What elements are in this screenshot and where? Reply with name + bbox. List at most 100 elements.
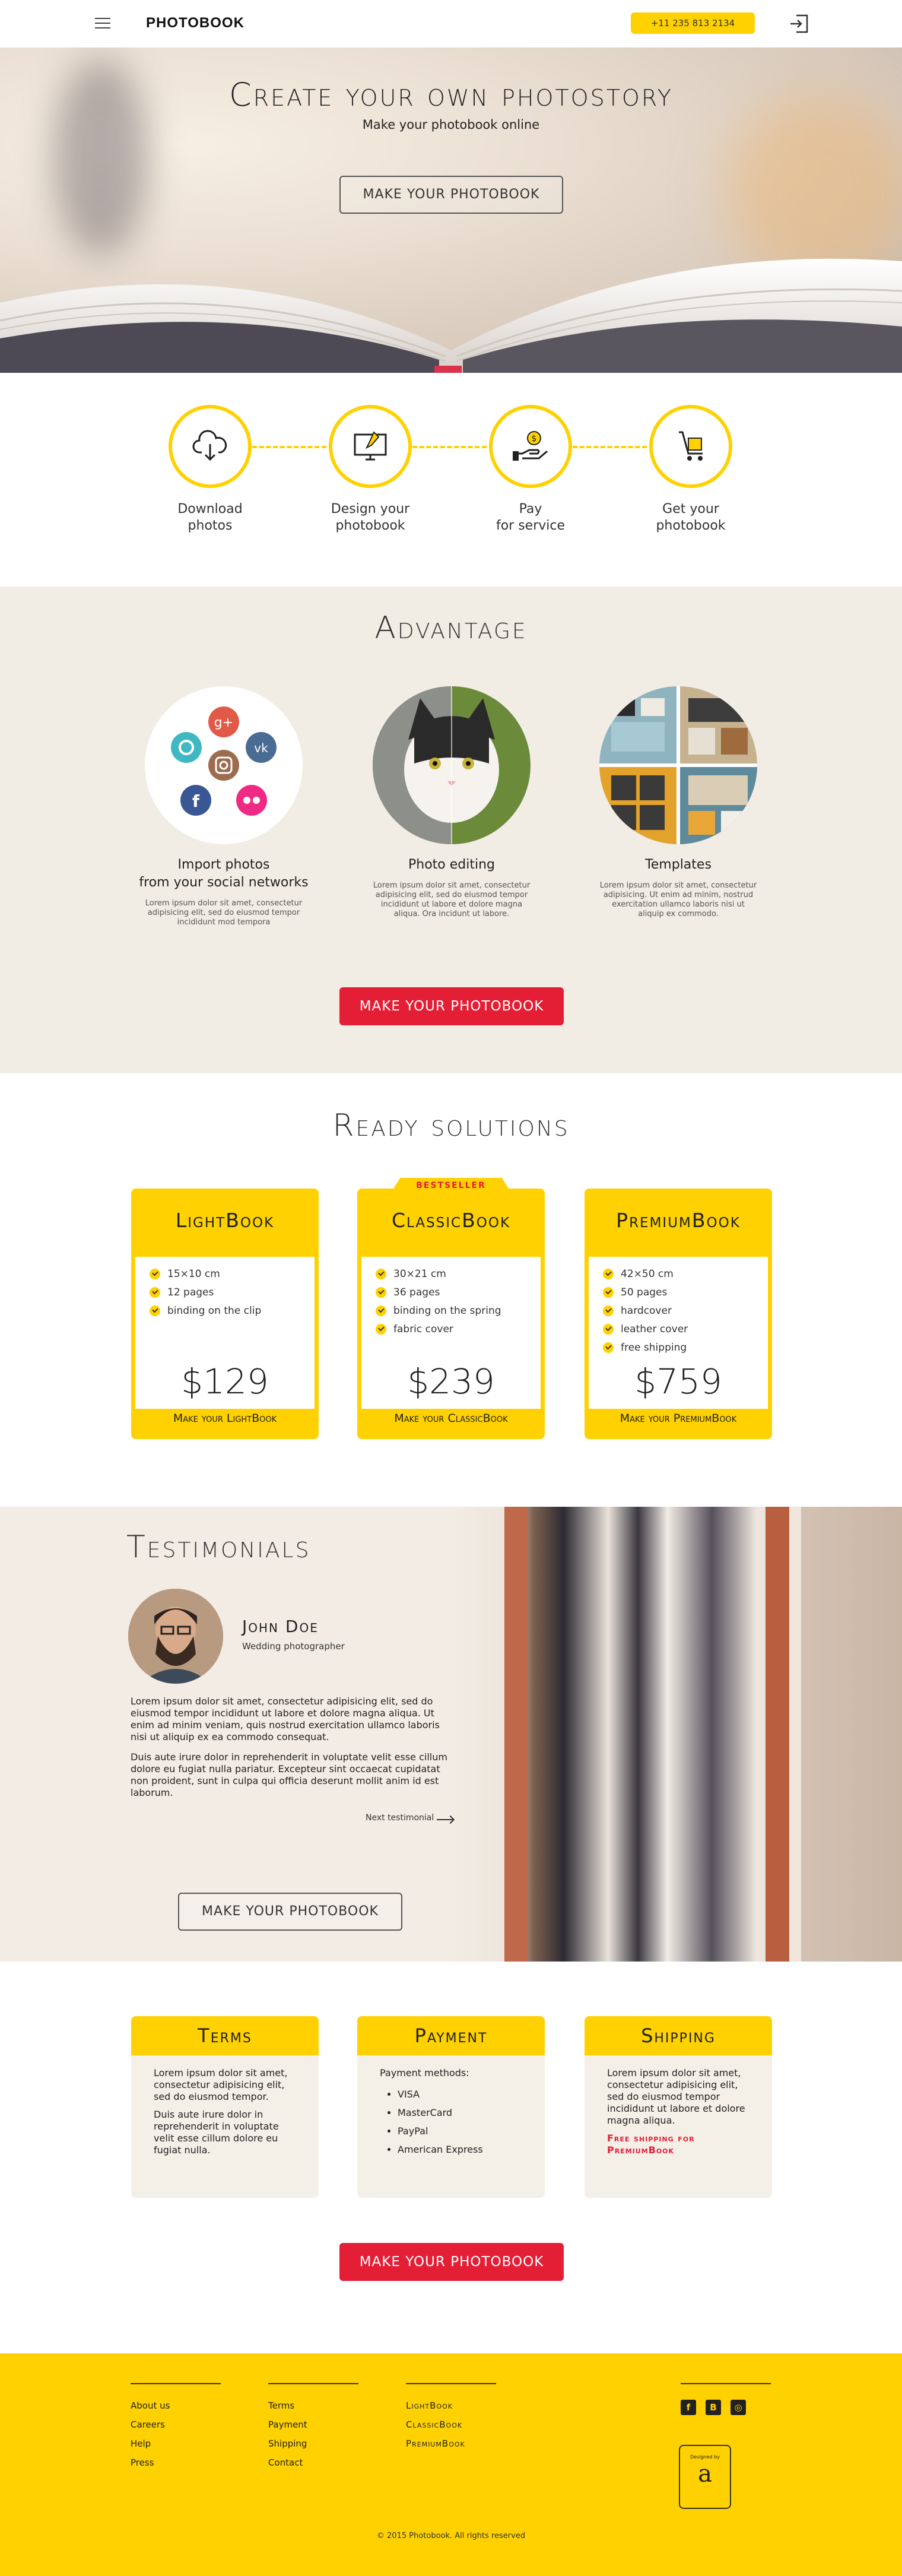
social-networks-image: g+ vk f xyxy=(145,686,303,844)
terms-card: Terms Lorem ipsum dolor sit amet, consec… xyxy=(131,2016,319,2198)
advantage-import: g+ vk f Import photos from your social ne… xyxy=(138,686,310,927)
hero-title: Create your own photostory xyxy=(229,76,673,113)
free-shipping-note: Free shipping for PremiumBook xyxy=(607,2133,695,2156)
book-spine-image xyxy=(504,1507,801,1962)
footer-col-company: About us Careers Help Press xyxy=(131,2383,221,2472)
testimonials-section: Testimonials John Doe Wedding photograph… xyxy=(0,1507,902,1962)
social-links: f B ◎ xyxy=(681,2383,771,2415)
feature-item: 30×21 cm xyxy=(376,1265,541,1284)
feature-item: 15×10 cm xyxy=(150,1265,315,1284)
cloud-download-icon xyxy=(192,430,227,461)
step-pay: $ Pay for service xyxy=(477,405,584,534)
feature-item: binding on the spring xyxy=(376,1302,541,1320)
plan-cta-link[interactable]: Make your PremiumBook xyxy=(585,1412,772,1425)
feature-item: leather cover xyxy=(603,1320,768,1339)
footer-link[interactable]: Careers xyxy=(131,2415,221,2434)
plan-name: ClassicBook xyxy=(391,1209,511,1232)
footer-link[interactable]: LightBook xyxy=(406,2396,496,2415)
plan-cta-link[interactable]: Make your LightBook xyxy=(131,1412,319,1425)
steps-section: Download photos Design your photobook $ Pa… xyxy=(0,373,902,587)
advantage-title: Advantage xyxy=(374,610,528,646)
feature-item: 50 pages xyxy=(603,1284,768,1302)
list-item: PayPal xyxy=(398,2122,522,2140)
feature-item: 12 pages xyxy=(150,1284,315,1302)
plan-card-classicbook[interactable]: BESTSELLER ClassicBook 30×21 cm 36 pages… xyxy=(357,1178,545,1439)
testimonial-paragraph: Duis aute irure dolor in reprehenderit i… xyxy=(131,1751,447,1798)
testimonials-title: Testimonials xyxy=(126,1529,311,1565)
plan-cta-link[interactable]: Make your ClassicBook xyxy=(357,1412,545,1425)
footer-link[interactable]: Payment xyxy=(268,2415,358,2434)
site-logo[interactable]: PHOTOBOOK xyxy=(146,15,244,31)
next-testimonial-link[interactable]: Next testimonial xyxy=(366,1813,434,1823)
svg-text:$: $ xyxy=(532,434,537,443)
payment-methods-list: VISA MasterCard PayPal American Express xyxy=(380,2085,522,2159)
hero-make-photobook-button[interactable]: MAKE YOUR PHOTOBOOK xyxy=(339,176,563,214)
monitor-design-icon xyxy=(354,431,387,461)
plan-card-lightbook[interactable]: LightBook 15×10 cm 12 pages binding on t… xyxy=(131,1189,319,1439)
vk-icon[interactable]: B xyxy=(706,2400,721,2415)
delivery-cart-icon xyxy=(679,431,703,461)
footer-link[interactable]: Help xyxy=(131,2434,221,2453)
advantage-templates: Templates Lorem ipsum dolor sit amet, co… xyxy=(592,686,764,919)
step-download: Download photos xyxy=(157,405,263,534)
list-item: MasterCard xyxy=(398,2103,522,2122)
login-icon[interactable] xyxy=(788,13,809,34)
plan-name: LightBook xyxy=(175,1209,275,1232)
footer-link[interactable]: Contact xyxy=(268,2453,358,2472)
svg-text:vk: vk xyxy=(254,741,268,755)
feature-item: binding on the clip xyxy=(150,1302,315,1320)
footer-col-products: LightBook ClassicBook PremiumBook xyxy=(406,2383,496,2453)
footer-link[interactable]: Shipping xyxy=(268,2434,358,2453)
feature-item: free shipping xyxy=(603,1339,768,1357)
pay-coin-icon: $ xyxy=(513,431,548,461)
hero-section: Create your own photostory Make your pho… xyxy=(0,47,902,373)
plan-price: $239 xyxy=(407,1361,495,1402)
plan-features: 15×10 cm 12 pages binding on the clip xyxy=(135,1265,315,1320)
svg-text:f: f xyxy=(192,791,200,811)
payment-card: Payment Payment methods: VISA MasterCard… xyxy=(357,2016,545,2198)
step-get: Get your photobook xyxy=(637,405,744,534)
step-design: Design your photobook xyxy=(317,405,424,534)
ready-solutions-section: Ready solutions LightBook 15×10 cm 12 pa… xyxy=(0,1073,902,1507)
feature-item: 36 pages xyxy=(376,1284,541,1302)
footer-link[interactable]: Terms xyxy=(268,2396,358,2415)
kitten-photo-image xyxy=(373,686,531,844)
bestseller-badge: BESTSELLER xyxy=(390,1178,512,1193)
card-title: Shipping xyxy=(585,2016,772,2055)
advantage-editing: Photo editing Lorem ipsum dolor sit amet… xyxy=(366,686,538,919)
site-footer: About us Careers Help Press Terms Paymen… xyxy=(0,2353,902,2576)
templates-grid-image xyxy=(599,686,757,844)
feature-item: fabric cover xyxy=(376,1320,541,1339)
menu-icon[interactable] xyxy=(95,18,110,30)
svg-text:g+: g+ xyxy=(214,715,233,730)
copyright-text: © 2015 Photobook. All rights reserved xyxy=(376,2531,526,2540)
list-item: American Express xyxy=(398,2140,522,2159)
footer-link[interactable]: ClassicBook xyxy=(406,2415,496,2434)
facebook-icon[interactable]: f xyxy=(681,2400,696,2415)
author-role: Wedding photographer xyxy=(242,1641,345,1652)
advantage-make-photobook-button[interactable]: MAKE YOUR PHOTOBOOK xyxy=(339,987,564,1025)
footer-link[interactable]: Press xyxy=(131,2453,221,2472)
testimonials-make-photobook-button[interactable]: MAKE YOUR PHOTOBOOK xyxy=(178,1893,402,1931)
shipping-card: Shipping Lorem ipsum dolor sit amet, con… xyxy=(585,2016,772,2198)
hero-subtitle: Make your photobook online xyxy=(362,118,540,132)
phone-badge[interactable]: +11 235 813 2134 xyxy=(631,12,755,34)
footer-col-info: Terms Payment Shipping Contact xyxy=(268,2383,358,2472)
footer-link[interactable]: About us xyxy=(131,2396,221,2415)
author-name: John Doe xyxy=(242,1617,319,1636)
instagram-icon[interactable]: ◎ xyxy=(731,2400,746,2415)
plan-name: PremiumBook xyxy=(616,1209,741,1232)
plan-card-premiumbook[interactable]: PremiumBook 42×50 cm 50 pages hardcover … xyxy=(585,1189,772,1439)
plan-features: 30×21 cm 36 pages binding on the spring … xyxy=(361,1265,541,1339)
plan-price: $759 xyxy=(634,1361,722,1402)
advantage-section: Advantage g+ vk f Import photos from your… xyxy=(0,587,902,1073)
avatar xyxy=(128,1589,223,1684)
open-book-image xyxy=(0,258,902,373)
footer-link[interactable]: PremiumBook xyxy=(406,2434,496,2453)
feature-item: 42×50 cm xyxy=(603,1265,768,1284)
arrow-right-icon[interactable] xyxy=(437,1819,453,1820)
plan-features: 42×50 cm 50 pages hardcover leather cove… xyxy=(589,1265,768,1357)
designer-badge[interactable]: Designed by a xyxy=(679,2445,731,2509)
info-make-photobook-button[interactable]: MAKE YOUR PHOTOBOOK xyxy=(339,2243,564,2281)
card-title: Payment xyxy=(357,2016,545,2055)
